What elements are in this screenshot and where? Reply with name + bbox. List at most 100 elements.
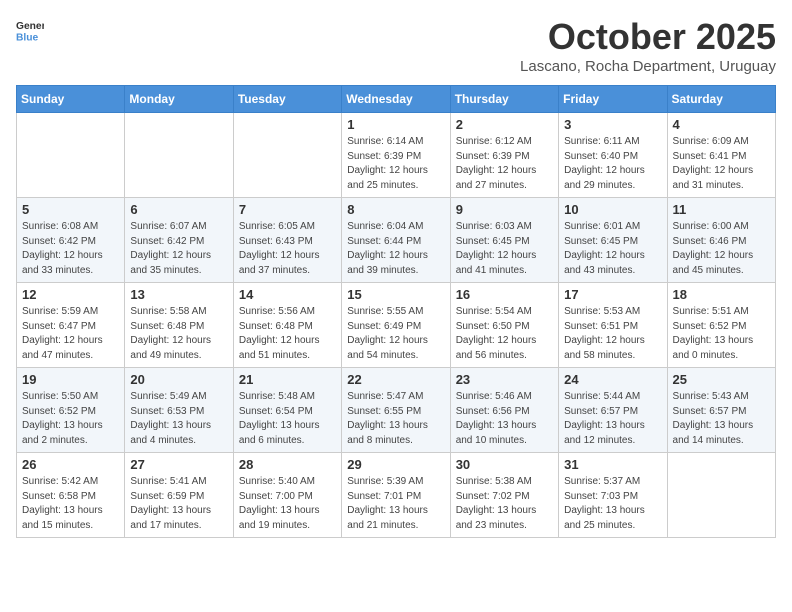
day-info: Sunrise: 5:56 AM Sunset: 6:48 PM Dayligh… bbox=[239, 305, 336, 363]
calendar-cell: 14Sunrise: 5:56 AM Sunset: 6:48 PM Dayli… bbox=[233, 283, 341, 368]
calendar-week-row: 12Sunrise: 5:59 AM Sunset: 6:47 PM Dayli… bbox=[17, 283, 776, 368]
calendar-cell: 7 Sunrise: 6:05 AM Sunset: 6:43 PM Daylig… bbox=[233, 198, 341, 283]
day-number: 20 bbox=[130, 372, 227, 387]
calendar-cell: 18 Sunrise: 5:51 AM Sunset: 6:52 PM Dayli… bbox=[667, 283, 775, 368]
day-info: Sunrise: 5:53 AM Sunset: 6:51 PM Dayligh… bbox=[564, 305, 661, 363]
calendar-cell: 29 Sunrise: 5:39 AM Sunset: 7:01 PM Dayli… bbox=[342, 453, 450, 538]
day-number: 18 bbox=[673, 287, 770, 302]
logo: General Blue bbox=[16, 16, 44, 44]
calendar-cell: 23 Sunrise: 5:46 AM Sunset: 6:56 PM Dayli… bbox=[450, 368, 558, 453]
day-number: 4 bbox=[673, 117, 770, 132]
day-info: Sunrise: 6:07 AM Sunset: 6:42 PM Dayligh… bbox=[130, 220, 227, 278]
calendar-cell: 11Sunrise: 6:00 AM Sunset: 6:46 PM Dayli… bbox=[667, 198, 775, 283]
day-info: Sunrise: 5:49 AM Sunset: 6:53 PM Dayligh… bbox=[130, 390, 227, 448]
day-number: 13 bbox=[130, 287, 227, 302]
day-of-week-header: Wednesday bbox=[342, 86, 450, 113]
day-info: Sunrise: 6:08 AM Sunset: 6:42 PM Dayligh… bbox=[22, 220, 119, 278]
svg-text:General: General bbox=[16, 21, 44, 32]
day-number: 17 bbox=[564, 287, 661, 302]
calendar-cell bbox=[17, 113, 125, 198]
location-title: Lascano, Rocha Department, Uruguay bbox=[520, 58, 776, 75]
calendar-cell: 17 Sunrise: 5:53 AM Sunset: 6:51 PM Dayli… bbox=[559, 283, 667, 368]
logo-icon: General Blue bbox=[16, 16, 44, 44]
calendar-cell: 21Sunrise: 5:48 AM Sunset: 6:54 PM Dayli… bbox=[233, 368, 341, 453]
day-number: 21 bbox=[239, 372, 336, 387]
calendar-cell: 30Sunrise: 5:38 AM Sunset: 7:02 PM Dayli… bbox=[450, 453, 558, 538]
day-info: Sunrise: 5:42 AM Sunset: 6:58 PM Dayligh… bbox=[22, 475, 119, 533]
day-info: Sunrise: 6:05 AM Sunset: 6:43 PM Dayligh… bbox=[239, 220, 336, 278]
calendar-cell bbox=[667, 453, 775, 538]
calendar-cell: 10 Sunrise: 6:01 AM Sunset: 6:45 PM Dayli… bbox=[559, 198, 667, 283]
day-number: 24 bbox=[564, 372, 661, 387]
day-number: 25 bbox=[673, 372, 770, 387]
day-info: Sunrise: 5:59 AM Sunset: 6:47 PM Dayligh… bbox=[22, 305, 119, 363]
day-info: Sunrise: 6:04 AM Sunset: 6:44 PM Dayligh… bbox=[347, 220, 444, 278]
day-number: 10 bbox=[564, 202, 661, 217]
day-number: 6 bbox=[130, 202, 227, 217]
day-number: 31 bbox=[564, 457, 661, 472]
day-number: 11 bbox=[673, 202, 770, 217]
day-info: Sunrise: 5:41 AM Sunset: 6:59 PM Dayligh… bbox=[130, 475, 227, 533]
day-number: 29 bbox=[347, 457, 444, 472]
day-info: Sunrise: 5:39 AM Sunset: 7:01 PM Dayligh… bbox=[347, 475, 444, 533]
day-number: 8 bbox=[347, 202, 444, 217]
calendar-cell: 26Sunrise: 5:42 AM Sunset: 6:58 PM Dayli… bbox=[17, 453, 125, 538]
calendar-cell: 6 Sunrise: 6:07 AM Sunset: 6:42 PM Daylig… bbox=[125, 198, 233, 283]
calendar-cell: 25 Sunrise: 5:43 AM Sunset: 6:57 PM Dayli… bbox=[667, 368, 775, 453]
day-info: Sunrise: 5:55 AM Sunset: 6:49 PM Dayligh… bbox=[347, 305, 444, 363]
calendar-cell: 22Sunrise: 5:47 AM Sunset: 6:55 PM Dayli… bbox=[342, 368, 450, 453]
day-info: Sunrise: 5:44 AM Sunset: 6:57 PM Dayligh… bbox=[564, 390, 661, 448]
calendar-cell: 20 Sunrise: 5:49 AM Sunset: 6:53 PM Dayli… bbox=[125, 368, 233, 453]
calendar-week-row: 1 Sunrise: 6:14 AM Sunset: 6:39 PM Daylig… bbox=[17, 113, 776, 198]
calendar-cell: 24 Sunrise: 5:44 AM Sunset: 6:57 PM Dayli… bbox=[559, 368, 667, 453]
day-number: 7 bbox=[239, 202, 336, 217]
calendar-cell: 4 Sunrise: 6:09 AM Sunset: 6:41 PM Daylig… bbox=[667, 113, 775, 198]
day-info: Sunrise: 5:37 AM Sunset: 7:03 PM Dayligh… bbox=[564, 475, 661, 533]
calendar-cell: 9Sunrise: 6:03 AM Sunset: 6:45 PM Daylig… bbox=[450, 198, 558, 283]
day-info: Sunrise: 6:14 AM Sunset: 6:39 PM Dayligh… bbox=[347, 135, 444, 193]
day-info: Sunrise: 5:54 AM Sunset: 6:50 PM Dayligh… bbox=[456, 305, 553, 363]
day-number: 15 bbox=[347, 287, 444, 302]
svg-text:Blue: Blue bbox=[16, 32, 39, 43]
day-number: 16 bbox=[456, 287, 553, 302]
calendar-cell: 27Sunrise: 5:41 AM Sunset: 6:59 PM Dayli… bbox=[125, 453, 233, 538]
calendar-week-row: 19Sunrise: 5:50 AM Sunset: 6:52 PM Dayli… bbox=[17, 368, 776, 453]
calendar-header-row: SundayMondayTuesdayWednesdayThursdayFrid… bbox=[17, 86, 776, 113]
calendar-week-row: 5 Sunrise: 6:08 AM Sunset: 6:42 PM Daylig… bbox=[17, 198, 776, 283]
day-info: Sunrise: 5:38 AM Sunset: 7:02 PM Dayligh… bbox=[456, 475, 553, 533]
calendar-cell: 19Sunrise: 5:50 AM Sunset: 6:52 PM Dayli… bbox=[17, 368, 125, 453]
title-block: October 2025 Lascano, Rocha Department, … bbox=[520, 16, 776, 75]
day-info: Sunrise: 5:50 AM Sunset: 6:52 PM Dayligh… bbox=[22, 390, 119, 448]
calendar-cell: 3Sunrise: 6:11 AM Sunset: 6:40 PM Daylig… bbox=[559, 113, 667, 198]
day-number: 28 bbox=[239, 457, 336, 472]
day-info: Sunrise: 6:11 AM Sunset: 6:40 PM Dayligh… bbox=[564, 135, 661, 193]
calendar-cell: 8 Sunrise: 6:04 AM Sunset: 6:44 PM Daylig… bbox=[342, 198, 450, 283]
calendar-cell: 5 Sunrise: 6:08 AM Sunset: 6:42 PM Daylig… bbox=[17, 198, 125, 283]
day-info: Sunrise: 5:47 AM Sunset: 6:55 PM Dayligh… bbox=[347, 390, 444, 448]
calendar-cell bbox=[233, 113, 341, 198]
calendar-cell: 1 Sunrise: 6:14 AM Sunset: 6:39 PM Daylig… bbox=[342, 113, 450, 198]
day-number: 23 bbox=[456, 372, 553, 387]
day-info: Sunrise: 5:43 AM Sunset: 6:57 PM Dayligh… bbox=[673, 390, 770, 448]
day-info: Sunrise: 6:12 AM Sunset: 6:39 PM Dayligh… bbox=[456, 135, 553, 193]
calendar-cell: 2 Sunrise: 6:12 AM Sunset: 6:39 PM Daylig… bbox=[450, 113, 558, 198]
calendar-cell: 31 Sunrise: 5:37 AM Sunset: 7:03 PM Dayli… bbox=[559, 453, 667, 538]
day-info: Sunrise: 6:09 AM Sunset: 6:41 PM Dayligh… bbox=[673, 135, 770, 193]
calendar-cell: 16 Sunrise: 5:54 AM Sunset: 6:50 PM Dayli… bbox=[450, 283, 558, 368]
day-number: 1 bbox=[347, 117, 444, 132]
calendar-cell bbox=[125, 113, 233, 198]
day-info: Sunrise: 6:03 AM Sunset: 6:45 PM Dayligh… bbox=[456, 220, 553, 278]
day-number: 5 bbox=[22, 202, 119, 217]
calendar-table: SundayMondayTuesdayWednesdayThursdayFrid… bbox=[16, 85, 776, 538]
day-info: Sunrise: 6:01 AM Sunset: 6:45 PM Dayligh… bbox=[564, 220, 661, 278]
day-info: Sunrise: 5:46 AM Sunset: 6:56 PM Dayligh… bbox=[456, 390, 553, 448]
day-info: Sunrise: 5:40 AM Sunset: 7:00 PM Dayligh… bbox=[239, 475, 336, 533]
day-of-week-header: Tuesday bbox=[233, 86, 341, 113]
day-info: Sunrise: 5:58 AM Sunset: 6:48 PM Dayligh… bbox=[130, 305, 227, 363]
month-title: October 2025 bbox=[520, 16, 776, 58]
calendar-cell: 28 Sunrise: 5:40 AM Sunset: 7:00 PM Dayli… bbox=[233, 453, 341, 538]
day-info: Sunrise: 5:51 AM Sunset: 6:52 PM Dayligh… bbox=[673, 305, 770, 363]
day-number: 2 bbox=[456, 117, 553, 132]
calendar-cell: 13 Sunrise: 5:58 AM Sunset: 6:48 PM Dayli… bbox=[125, 283, 233, 368]
day-of-week-header: Friday bbox=[559, 86, 667, 113]
